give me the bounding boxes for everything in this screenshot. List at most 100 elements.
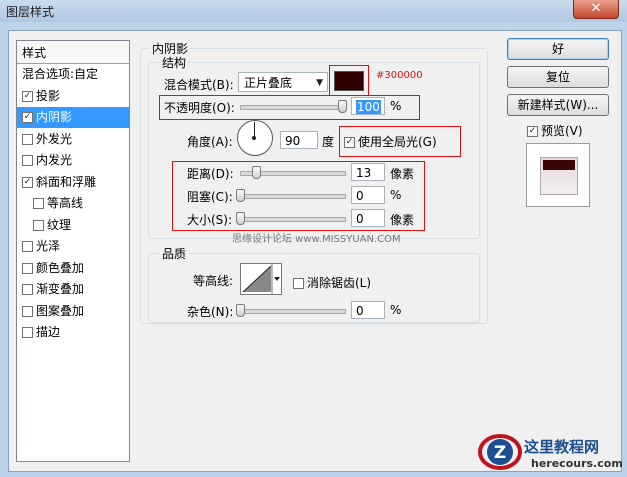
noise-slider-thumb[interactable] xyxy=(236,304,245,317)
distance-label: 距离(D): xyxy=(187,167,234,181)
angle-dial-center xyxy=(252,136,256,140)
choke-slider-track[interactable] xyxy=(240,194,346,199)
logo-z-icon: Z xyxy=(478,434,522,470)
blend-mode-select[interactable]: 正片叠底 ▼ xyxy=(238,72,328,92)
checkbox-unchecked-icon[interactable] xyxy=(33,219,44,231)
style-item-label: 外发光 xyxy=(36,131,73,146)
size-slider-thumb[interactable] xyxy=(236,212,245,225)
style-item-label: 等高线 xyxy=(47,196,84,210)
close-window-button[interactable]: ✕ xyxy=(573,0,619,19)
logo-title: 这里教程网 xyxy=(524,438,600,456)
style-item-label: 混合选项:自定 xyxy=(22,67,99,81)
style-item[interactable]: 外发光 xyxy=(17,129,129,150)
style-item-label: 描边 xyxy=(36,325,61,339)
size-slider-track[interactable] xyxy=(240,217,346,222)
style-item[interactable]: 描边 xyxy=(17,322,129,343)
size-label: 大小(S): xyxy=(187,213,233,227)
checkbox-checked-icon[interactable]: ✓ xyxy=(22,90,33,102)
checkbox-unchecked-icon[interactable] xyxy=(22,155,33,166)
blend-mode-value: 正片叠底 xyxy=(244,76,293,90)
style-preview xyxy=(526,143,590,207)
style-item[interactable]: 光泽 xyxy=(17,236,129,257)
checkbox-unchecked-icon[interactable] xyxy=(22,262,33,274)
color-annotation: #300000 xyxy=(376,70,423,81)
noise-input[interactable]: 0 xyxy=(351,301,385,319)
preview-checkbox[interactable]: ✓ 预览(V) xyxy=(527,122,583,139)
preview-inner-shadow xyxy=(543,160,575,170)
opacity-slider-thumb[interactable] xyxy=(338,100,347,113)
choke-label: 阻塞(C): xyxy=(187,190,233,204)
svg-text:Z: Z xyxy=(494,443,506,463)
anti-alias-label: 消除锯齿(L) xyxy=(307,276,372,290)
reset-button[interactable]: 复位 xyxy=(507,66,609,88)
style-item[interactable]: ✓ 内阴影 xyxy=(17,107,129,128)
style-item-label: 内阴影 xyxy=(36,110,73,124)
style-item-label: 光泽 xyxy=(36,239,61,253)
checkbox-unchecked-icon[interactable] xyxy=(22,133,33,145)
shadow-color-swatch[interactable] xyxy=(334,71,364,91)
global-light-checkbox[interactable]: ✓ 使用全局光(G) xyxy=(344,133,437,150)
contour-picker[interactable] xyxy=(240,263,282,295)
checkbox-checked-icon[interactable]: ✓ xyxy=(22,112,33,123)
checkbox-checked-icon: ✓ xyxy=(527,126,538,137)
preview-label: 预览(V) xyxy=(541,124,583,138)
style-item-label: 图案叠加 xyxy=(36,303,85,318)
size-input[interactable]: 0 xyxy=(351,209,385,227)
opacity-value: 100 xyxy=(356,100,381,114)
styles-header-label: 样式 xyxy=(22,46,47,60)
style-item[interactable]: 颜色叠加 xyxy=(17,258,129,279)
styles-list: 样式 混合选项:自定 ✓ 投影 ✓ 内阴影 外发光 内发光 ✓ 斜面和浮雕 等高线 纹理 光泽 颜色叠加… xyxy=(16,40,130,462)
distance-unit: 像素 xyxy=(390,167,415,181)
style-item[interactable]: 纹理 xyxy=(17,215,129,236)
opacity-input[interactable]: 100 xyxy=(351,97,385,115)
checkbox-unchecked-icon[interactable] xyxy=(22,305,33,317)
checkbox-unchecked-icon[interactable] xyxy=(22,327,33,338)
contour-graph-icon xyxy=(242,264,280,294)
style-item-label: 斜面和浮雕 xyxy=(36,174,97,189)
style-item[interactable]: 混合选项:自定 xyxy=(17,64,129,85)
noise-label: 杂色(N): xyxy=(187,305,234,319)
window-title: 图层样式 xyxy=(6,5,55,19)
style-item[interactable]: ✓ 投影 xyxy=(17,86,129,107)
contour-label: 等高线: xyxy=(193,274,234,288)
style-item[interactable]: 图案叠加 xyxy=(17,301,129,322)
angle-dial[interactable] xyxy=(237,120,273,156)
close-icon: ✕ xyxy=(590,1,602,16)
global-light-label: 使用全局光(G) xyxy=(358,135,437,149)
anti-alias-checkbox[interactable]: 消除锯齿(L) xyxy=(293,274,371,291)
chevron-down-icon: ▼ xyxy=(316,78,323,88)
style-item-label: 内发光 xyxy=(36,153,73,167)
checkbox-unchecked-icon[interactable] xyxy=(33,198,44,209)
size-unit: 像素 xyxy=(390,213,415,227)
style-item[interactable]: 等高线 xyxy=(17,193,129,214)
style-item-label: 渐变叠加 xyxy=(36,282,85,296)
opacity-unit: % xyxy=(390,99,402,113)
checkbox-unchecked-icon xyxy=(293,278,304,289)
new-style-button[interactable]: 新建样式(W)... xyxy=(507,94,609,116)
checkbox-unchecked-icon[interactable] xyxy=(22,284,33,295)
structure-title: 结构 xyxy=(160,54,189,71)
distance-input[interactable]: 13 xyxy=(351,163,385,181)
preview-thumbnail xyxy=(540,157,578,195)
style-item[interactable]: ✓ 斜面和浮雕 xyxy=(17,172,129,193)
checkbox-unchecked-icon[interactable] xyxy=(22,241,33,252)
quality-title: 品质 xyxy=(160,245,189,262)
style-item-label: 颜色叠加 xyxy=(36,260,85,275)
angle-label: 角度(A): xyxy=(187,135,233,149)
angle-input[interactable]: 90 xyxy=(280,131,318,149)
style-item-label: 投影 xyxy=(36,88,61,103)
checkbox-checked-icon[interactable]: ✓ xyxy=(22,176,33,188)
style-item[interactable]: 内发光 xyxy=(17,150,129,171)
choke-input[interactable]: 0 xyxy=(351,186,385,204)
checkbox-checked-icon: ✓ xyxy=(344,137,355,148)
opacity-label: 不透明度(O): xyxy=(164,101,235,115)
noise-unit: % xyxy=(390,303,402,317)
noise-slider-track[interactable] xyxy=(240,309,346,314)
choke-slider-thumb[interactable] xyxy=(236,189,245,202)
opacity-slider-track[interactable] xyxy=(240,105,346,110)
blend-mode-label: 混合模式(B): xyxy=(164,78,234,92)
style-item[interactable]: 渐变叠加 xyxy=(17,279,129,300)
logo-url: herecours.com xyxy=(531,457,623,470)
distance-slider-thumb[interactable] xyxy=(252,166,261,179)
ok-button[interactable]: 好 xyxy=(507,38,609,60)
